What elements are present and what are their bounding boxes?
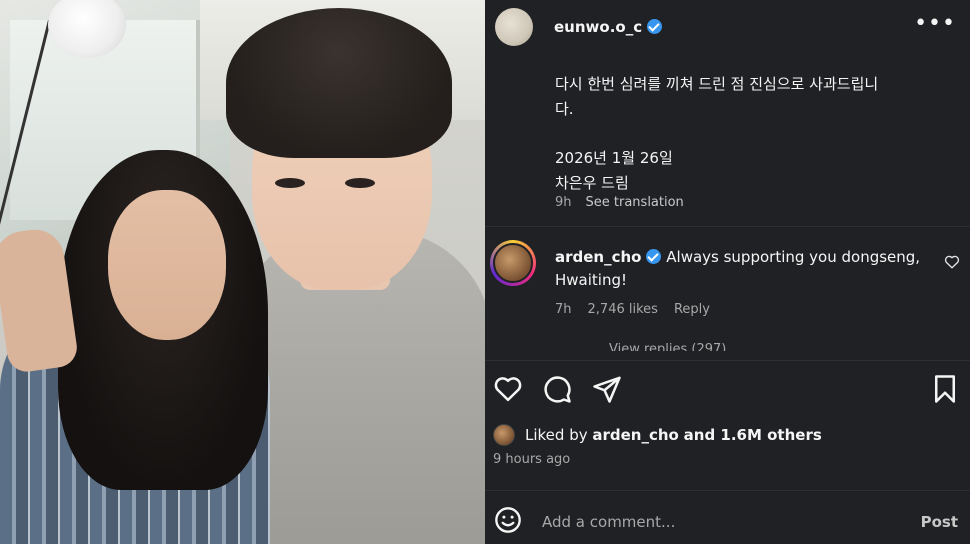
caption-line-2: 다. <box>555 100 574 118</box>
photo-man-eye-right <box>345 178 375 188</box>
post-panel: eunwo.o_c ••• 다시 한번 심려를 끼쳐 드린 점 진심으로 사과드… <box>485 0 970 544</box>
comment-likes[interactable]: 2,746 likes <box>588 302 658 317</box>
comment: arden_cho Always supporting you dongseng… <box>555 246 935 292</box>
post-comment-button[interactable]: Post <box>921 513 958 531</box>
see-translation-link[interactable]: See translation <box>586 195 684 210</box>
more-options-icon[interactable]: ••• <box>914 13 956 35</box>
post-caption: 다시 한번 심려를 끼쳐 드린 점 진심으로 사과드립니 다. 2026년 1월… <box>555 72 950 196</box>
post-screenshot: eunwo.o_c ••• 다시 한번 심려를 끼쳐 드린 점 진심으로 사과드… <box>0 0 970 544</box>
caption-line-1: 다시 한번 심려를 끼쳐 드린 점 진심으로 사과드립니 <box>555 75 879 93</box>
heart-icon[interactable] <box>493 374 523 402</box>
commenter-avatar[interactable] <box>490 240 536 286</box>
liked-by-user[interactable]: arden_cho <box>592 426 678 444</box>
caption-date: 2026년 1월 26일 <box>555 149 673 167</box>
comment-meta: 7h 2,746 likes Reply <box>555 302 710 317</box>
author-username-text[interactable]: eunwo.o_c <box>554 18 642 36</box>
caption-age: 9h <box>555 195 572 210</box>
comment-input[interactable]: Add a comment... <box>542 513 675 531</box>
liked-by-avatar[interactable] <box>493 424 515 446</box>
liked-by-prefix: Liked by <box>525 426 588 444</box>
divider <box>485 226 970 227</box>
post-header: eunwo.o_c ••• <box>485 0 970 56</box>
comment-bar: Add a comment... Post <box>485 490 970 544</box>
verified-badge-icon <box>646 249 662 264</box>
photo-man-hair <box>226 8 452 158</box>
post-photo <box>0 0 485 544</box>
liked-by: Liked by arden_cho and 1.6M others <box>493 424 822 446</box>
photo-man-eye-left <box>275 178 305 188</box>
view-replies-link[interactable]: View replies (297) <box>609 341 726 351</box>
caption-signature: 차은우 드림 <box>555 174 629 192</box>
emoji-icon[interactable] <box>494 506 522 534</box>
post-time: 9 hours ago <box>493 452 571 467</box>
comment-age: 7h <box>555 302 572 317</box>
comment-reply-button[interactable]: Reply <box>674 302 710 317</box>
share-icon[interactable] <box>592 374 622 404</box>
caption-meta: 9h See translation <box>555 195 684 210</box>
liked-by-count[interactable]: and 1.6M others <box>684 426 822 444</box>
comment-icon[interactable] <box>542 374 572 404</box>
bookmark-icon[interactable] <box>932 374 958 404</box>
action-bar <box>485 360 970 416</box>
author-avatar[interactable] <box>495 8 533 46</box>
photo-woman-face <box>108 190 226 340</box>
author-username[interactable]: eunwo.o_c <box>554 18 663 36</box>
commenter-username[interactable]: arden_cho <box>555 248 641 266</box>
comment-heart-icon[interactable] <box>944 254 960 269</box>
verified-badge-icon <box>647 19 663 34</box>
